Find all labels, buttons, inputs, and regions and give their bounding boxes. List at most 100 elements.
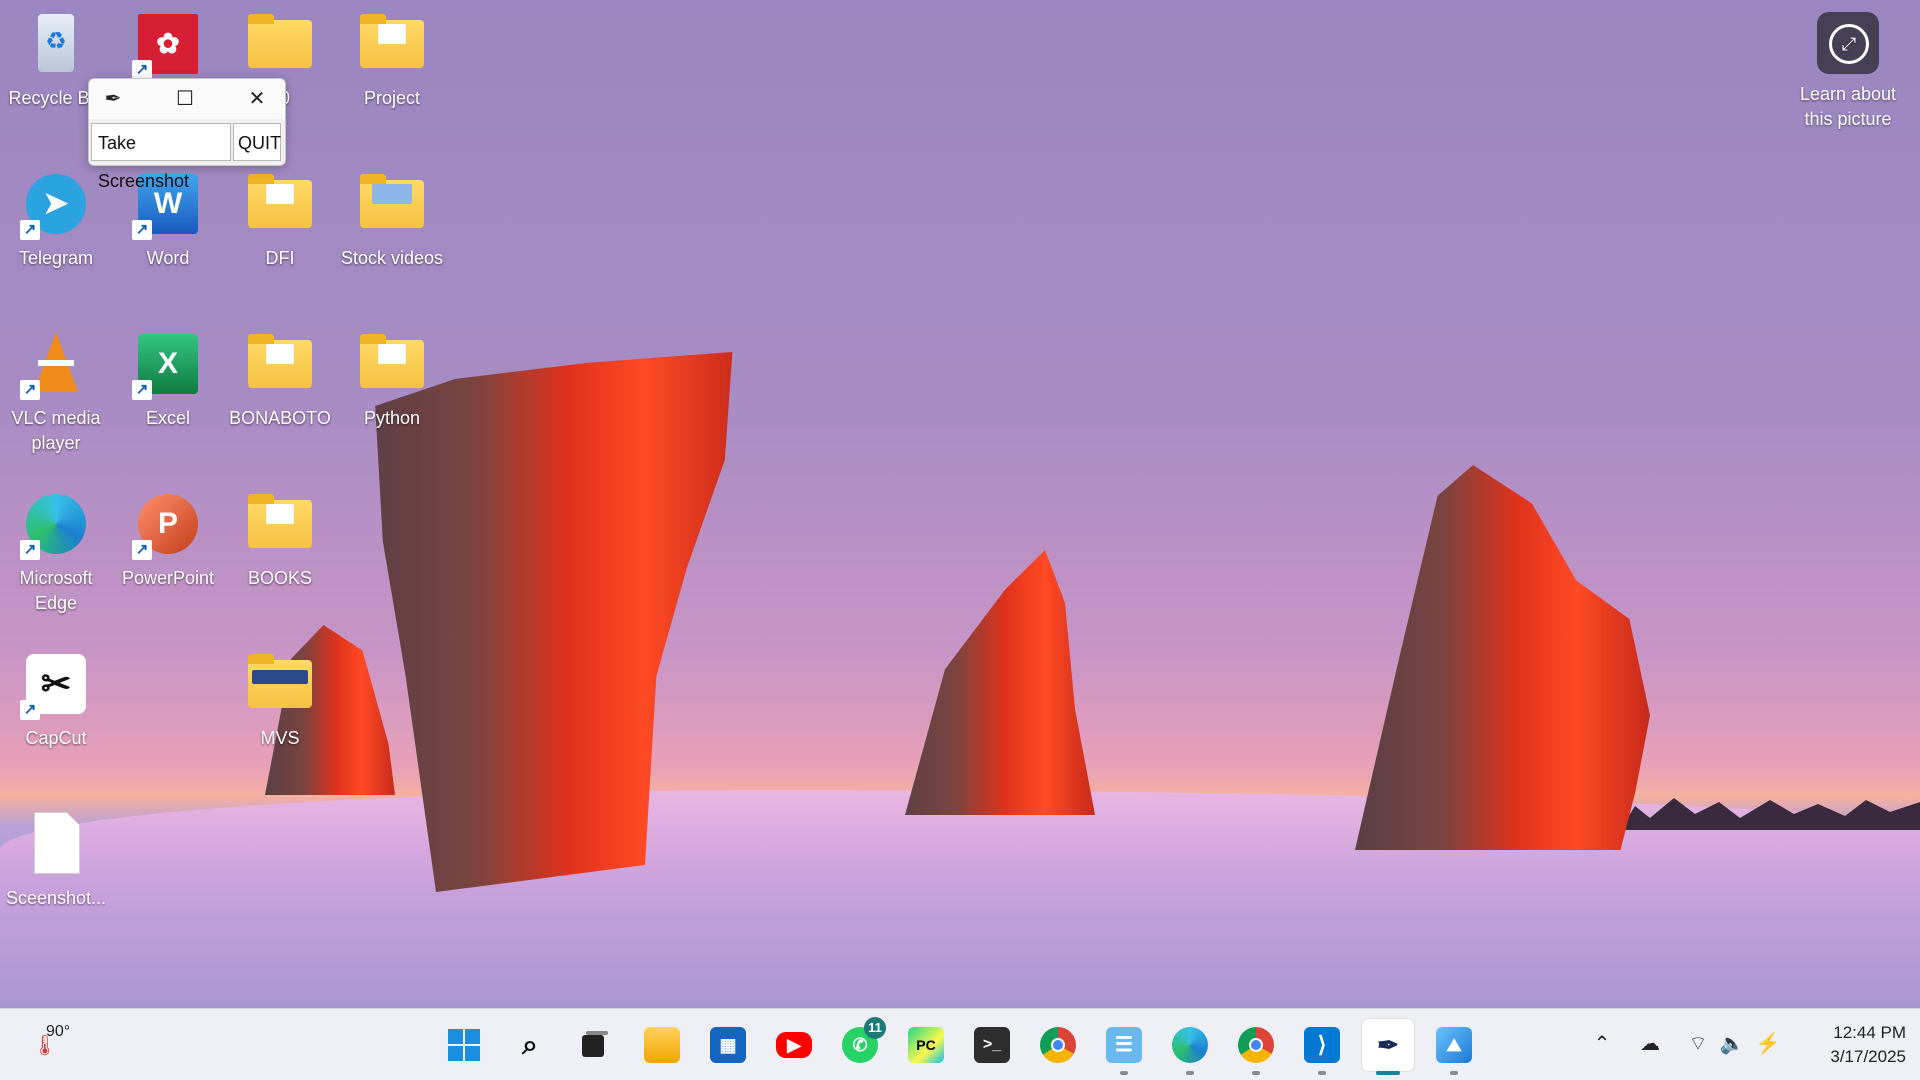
desktop-icon-vlc[interactable]: ↗ VLC media player xyxy=(4,328,108,456)
window-titlebar[interactable]: ✒ ☐ ✕ xyxy=(89,79,285,119)
capcut-icon: ✂ ↗ xyxy=(20,648,92,720)
weather-widget[interactable]: 🌡 90° xyxy=(26,1023,86,1067)
excel-icon: X ↗ xyxy=(132,328,204,400)
desktop-icon-bonaboto[interactable]: BONABOTO xyxy=(228,328,332,431)
take-screenshot-button[interactable]: Take Screenshot xyxy=(91,123,231,191)
desktop-icon-excel[interactable]: X ↗ Excel xyxy=(116,328,220,431)
notification-badge: 11 xyxy=(864,1017,886,1039)
clock-date: 3/17/2025 xyxy=(1830,1047,1906,1066)
feather-icon: ✒ xyxy=(104,88,122,110)
learn-about-picture[interactable]: ⤢ Learn about this picture xyxy=(1788,12,1908,132)
shortcut-arrow-icon: ↗ xyxy=(132,540,152,560)
folder-icon xyxy=(244,488,316,560)
chevron-up-icon[interactable]: ⌃ xyxy=(1588,1031,1616,1056)
shortcut-arrow-icon: ↗ xyxy=(132,220,152,240)
shortcut-arrow-icon: ↗ xyxy=(20,220,40,240)
desktop-icon-label: Sceenshot... xyxy=(5,888,107,908)
desktop-icon-capcut[interactable]: ✂ ↗ CapCut xyxy=(4,648,108,751)
learn-line-2: this picture xyxy=(1804,109,1892,129)
wallpaper-trees xyxy=(1620,798,1920,830)
desktop-icon-label: DFI xyxy=(265,248,295,268)
desktop-icon-python[interactable]: Python xyxy=(340,328,444,431)
taskbar-terminal[interactable]: >_ xyxy=(966,1019,1018,1071)
desktop-icon-powerpoint[interactable]: P ↗ PowerPoint xyxy=(116,488,220,591)
taskbar-youtube[interactable]: ▶ xyxy=(768,1019,820,1071)
taskbar-photos[interactable]: ⛰ xyxy=(1428,1019,1480,1075)
search-icon: ⌕ xyxy=(522,1029,538,1060)
folder-icon xyxy=(244,168,316,240)
desktop-icon-label: VLC media player xyxy=(11,408,101,453)
start-button[interactable] xyxy=(438,1019,490,1071)
desktop-icon-books[interactable]: BOOKS xyxy=(228,488,332,591)
folder-icon xyxy=(244,648,316,720)
desktop-icon-label: Telegram xyxy=(18,248,94,268)
photos-icon: ⛰ xyxy=(1436,1027,1472,1063)
desktop-icon-telegram[interactable]: ➤ ↗ Telegram xyxy=(4,168,108,271)
onedrive-offline-icon[interactable]: ☁ xyxy=(1636,1031,1664,1056)
microsoft-store-icon: ▦ xyxy=(710,1027,746,1063)
taskbar-microsoft-store[interactable]: ▦ xyxy=(702,1019,754,1071)
shortcut-arrow-icon: ↗ xyxy=(20,700,40,720)
edge-icon: ↗ xyxy=(20,488,92,560)
taskbar-notepad[interactable]: ☰ xyxy=(1098,1019,1150,1075)
file-icon xyxy=(20,808,92,880)
wallpaper-rock xyxy=(905,550,1095,815)
mendeley-icon: ✿ ↗ xyxy=(132,8,204,80)
spotlight-icon: ⤢ xyxy=(1817,12,1879,74)
folder-icon xyxy=(356,8,428,80)
edge-icon xyxy=(1172,1027,1208,1063)
telegram-icon: ➤ ↗ xyxy=(20,168,92,240)
weather-temp: 90° xyxy=(46,1023,71,1040)
task-view-button[interactable] xyxy=(568,1019,620,1071)
taskbar-file-explorer[interactable] xyxy=(636,1019,688,1071)
desktop-icon-stock-videos[interactable]: Stock videos xyxy=(340,168,444,271)
desktop-icon-edge[interactable]: ↗ Microsoft Edge xyxy=(4,488,108,616)
taskbar-vscode[interactable]: ⟩ xyxy=(1296,1019,1348,1075)
desktop-icon-label: PowerPoint xyxy=(121,568,215,588)
desktop-icon-mendeley[interactable]: ✿ ↗ xyxy=(116,8,220,86)
desktop-icon-dfi[interactable]: DFI xyxy=(228,168,332,271)
terminal-icon: >_ xyxy=(974,1027,1010,1063)
desktop-icon-mvs[interactable]: MVS xyxy=(228,648,332,751)
quit-button[interactable]: QUIT xyxy=(233,123,281,161)
vscode-icon: ⟩ xyxy=(1304,1027,1340,1063)
recycle-bin-icon: ♻ xyxy=(20,8,92,80)
battery-icon[interactable]: ⚡ xyxy=(1754,1031,1782,1056)
taskbar-tk-app[interactable]: ✒ xyxy=(1362,1019,1414,1075)
desktop-icon-project[interactable]: Project xyxy=(340,8,444,111)
screenshot-app-window[interactable]: ✒ ☐ ✕ Take Screenshot QUIT xyxy=(88,78,286,191)
learn-line-1: Learn about xyxy=(1799,84,1897,104)
shortcut-arrow-icon: ↗ xyxy=(132,60,152,80)
volume-icon[interactable]: 🔈 xyxy=(1718,1031,1746,1056)
taskbar-search-button[interactable]: ⌕ xyxy=(504,1019,556,1071)
chrome-icon xyxy=(1040,1027,1076,1063)
chrome-profile-icon xyxy=(1238,1027,1274,1063)
thermometer-icon: 🌡 xyxy=(32,1035,58,1057)
folder-icon xyxy=(244,8,316,80)
desktop: ♻ Recycle Bin ➤ ↗ Telegram ↗ VLC media p… xyxy=(0,0,1920,1008)
desktop-icon-label: Microsoft Edge xyxy=(19,568,93,613)
desktop-icon-label: Project xyxy=(363,88,421,108)
close-button[interactable]: ✕ xyxy=(233,79,281,119)
system-clock[interactable]: 12:44 PM 3/17/2025 xyxy=(1796,1021,1906,1069)
maximize-button[interactable]: ☐ xyxy=(161,79,209,119)
desktop-icon-label: Stock videos xyxy=(340,248,444,268)
desktop-icon-label: BOOKS xyxy=(247,568,313,588)
desktop-icon-label: CapCut xyxy=(25,728,87,748)
taskbar-whatsapp[interactable]: ✆ 11 xyxy=(834,1017,886,1071)
taskbar-chrome-profile[interactable] xyxy=(1230,1019,1282,1075)
wifi-icon[interactable]: ⌔ xyxy=(1684,1031,1712,1056)
vlc-icon: ↗ xyxy=(20,328,92,400)
pycharm-icon: PC xyxy=(908,1027,944,1063)
start-icon xyxy=(446,1027,482,1063)
file-explorer-icon xyxy=(644,1027,680,1063)
taskbar-chrome[interactable] xyxy=(1032,1019,1084,1071)
task-view-icon xyxy=(576,1027,612,1063)
desktop-icon-screenshot-file[interactable]: Sceenshot... xyxy=(4,808,108,911)
desktop-icon-label: MVS xyxy=(260,728,300,748)
folder-icon xyxy=(356,168,428,240)
desktop-icon-label: BONABOTO xyxy=(229,408,331,428)
clock-time: 12:44 PM xyxy=(1833,1023,1906,1042)
taskbar-pycharm[interactable]: PC xyxy=(900,1019,952,1071)
taskbar-edge[interactable] xyxy=(1164,1019,1216,1075)
